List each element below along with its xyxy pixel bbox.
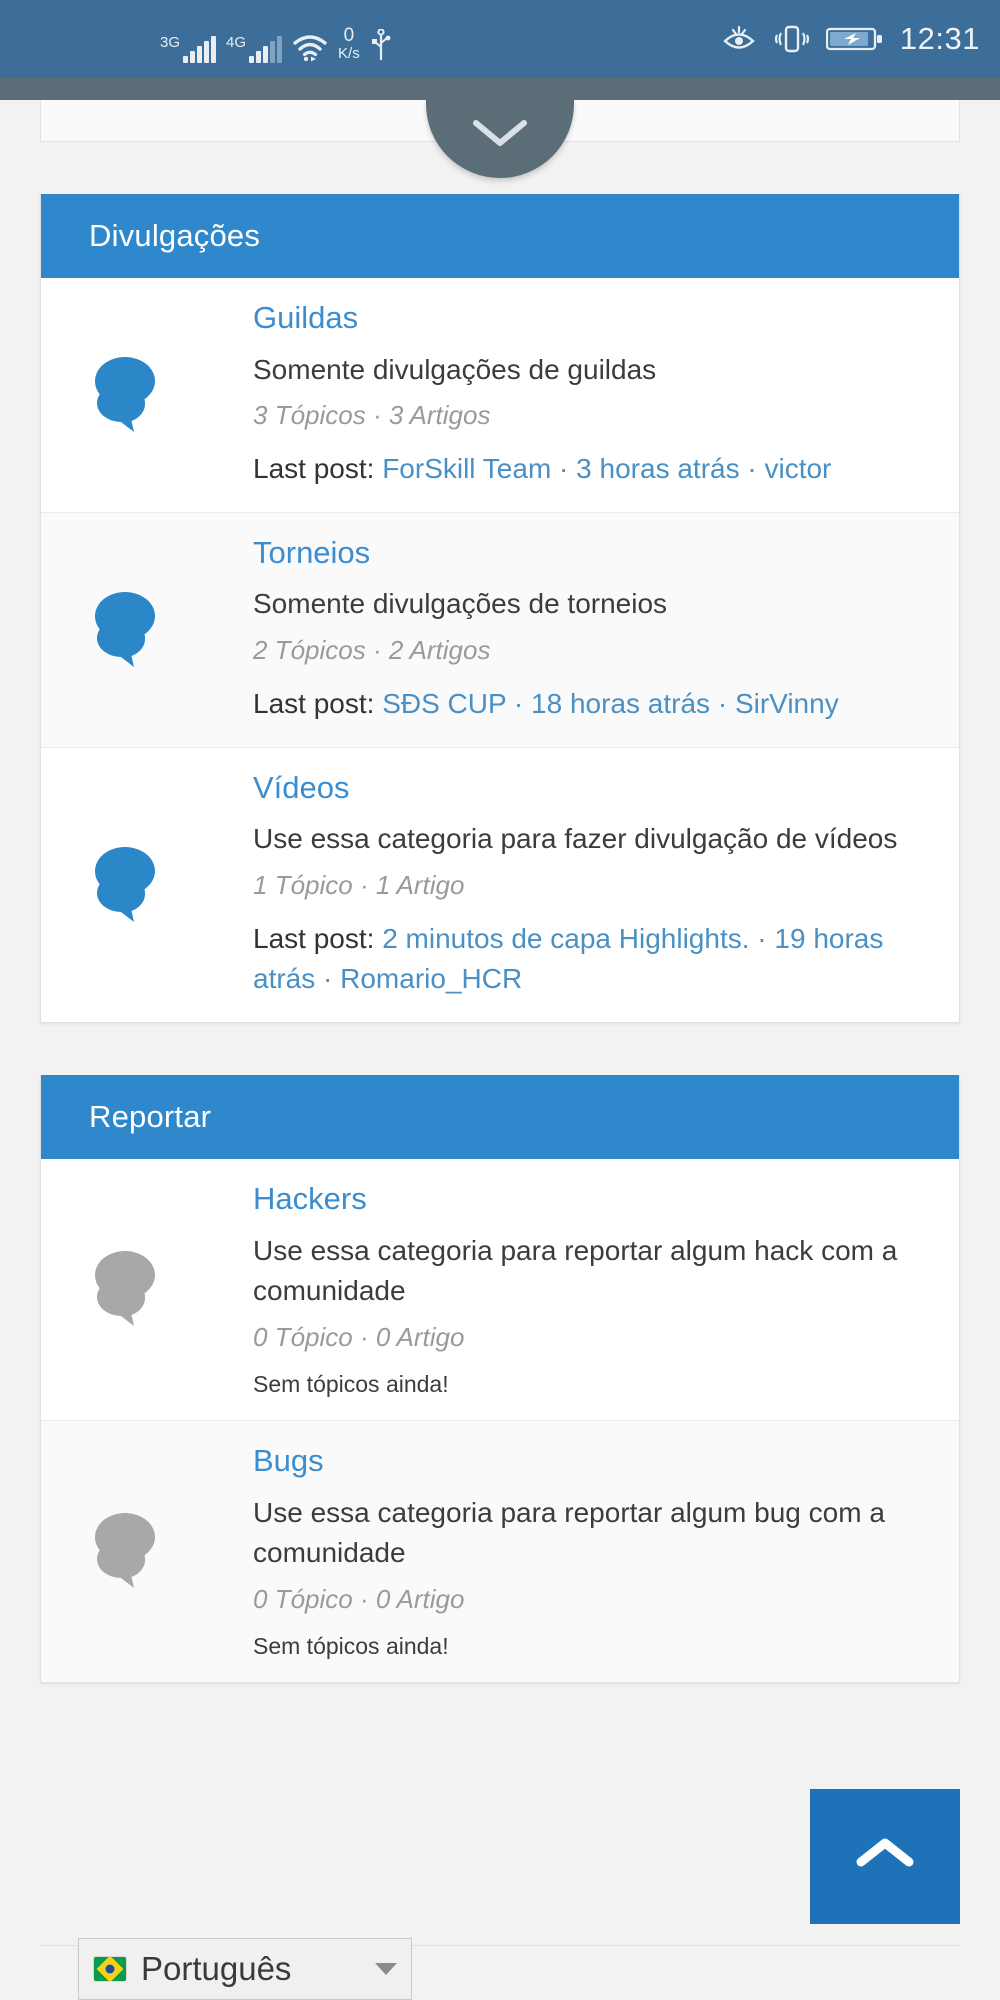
category-link-videos[interactable]: Vídeos [253,770,921,806]
row-body: Vídeos Use essa categoria para fazer div… [253,770,931,1000]
speech-bubbles-icon [41,841,253,929]
category-description: Somente divulgações de torneios [253,588,668,620]
signal-4g-label: 4G [226,34,247,51]
scroll-to-top-button[interactable] [810,1789,960,1924]
category-link-guildas[interactable]: Guildas [253,300,921,336]
last-post-label: Last post: [253,922,375,954]
last-post-label: Last post: [253,688,375,720]
category-card-divulgacoes: Divulgações Guildas Somente divulgações … [40,194,960,1024]
section-header-divulgacoes[interactable]: Divulgações [41,194,959,278]
category-stats: 1 Tópico · 1 Artigo [253,869,465,900]
last-post-topic-link[interactable]: 2 minutos de capa Highlights. [382,923,749,954]
table-row[interactable]: Torneios Somente divulgações de torneios… [41,512,959,748]
row-body: Guildas Somente divulgações de guildas 3… [253,300,931,490]
vibrate-icon [774,22,810,56]
category-description: Use essa categoria para reportar algum h… [253,1234,898,1307]
category-link-hackers[interactable]: Hackers [253,1181,921,1217]
app-header-strip [0,78,1000,100]
row-body: Torneios Somente divulgações de torneios… [253,535,931,725]
category-description: Somente divulgações de guildas [253,353,657,385]
speech-bubbles-icon [41,351,253,439]
signal-3g-icon: 3G [160,34,217,63]
speech-bubbles-icon [41,1507,253,1595]
category-stats: 3 Tópicos · 3 Artigos [253,400,491,431]
row-body: Bugs Use essa categoria para reportar al… [253,1443,931,1660]
table-row[interactable]: Hackers Use essa categoria para reportar… [41,1159,959,1421]
status-bar-right-icons: 12:31 [720,21,980,57]
last-post-topic-link[interactable]: SÐS CUP [382,688,506,719]
chevron-down-icon [468,113,532,158]
category-description: Use essa categoria para fazer divulgação… [253,823,898,855]
table-row[interactable]: Vídeos Use essa categoria para fazer div… [41,748,959,1022]
last-post-line: Last post: ForSkill Team · 3 horas atrás… [253,453,832,485]
wifi-icon [292,33,328,63]
status-bar-clock: 12:31 [899,21,980,56]
table-row[interactable]: Bugs Use essa categoria para reportar al… [41,1420,959,1682]
last-post-user-link[interactable]: Romario_HCR [340,963,522,994]
category-stats: 0 Tópico · 0 Artigo [253,1583,465,1614]
signal-3g-label: 3G [160,34,181,51]
caret-down-icon [375,1963,397,1975]
last-post-user-link[interactable]: SirVinny [735,688,839,719]
chevron-up-icon [852,1832,918,1881]
empty-topics-message: Sem tópicos ainda! [253,1632,449,1659]
speech-bubbles-icon [41,1245,253,1333]
section-header-reportar[interactable]: Reportar [41,1075,959,1160]
category-description: Use essa categoria para reportar algum b… [253,1496,885,1569]
last-post-line: Last post: 2 minutos de capa Highlights.… [253,922,884,995]
language-selector[interactable]: Português [78,1938,412,2000]
table-row[interactable]: Guildas Somente divulgações de guildas 3… [41,278,959,513]
last-post-line: Last post: SÐS CUP · 18 horas atrás · Si… [253,688,839,720]
data-rate-indicator: 0 K/s [338,26,360,62]
signal-4g-icon: 4G [226,34,283,63]
last-post-label: Last post: [253,453,375,485]
status-bar-left-icons: 3G 4G 0 K/s [160,15,392,63]
empty-topics-message: Sem tópicos ainda! [253,1370,449,1397]
category-link-torneios[interactable]: Torneios [253,535,921,571]
language-selector-value: Português [141,1950,292,1987]
category-link-bugs[interactable]: Bugs [253,1443,921,1479]
last-post-user-link[interactable]: victor [764,453,831,484]
last-post-time-link[interactable]: 3 horas atrás [576,453,739,484]
battery-charging-icon [825,24,884,54]
data-rate-value: 0 [343,25,355,47]
status-bar: 3G 4G 0 K/s 12:31 [0,0,1000,78]
category-stats: 0 Tópico · 0 Artigo [253,1321,465,1352]
category-card-reportar: Reportar Hackers Use essa categoria para… [40,1075,960,1683]
page-scroll-area[interactable]: Divulgações Guildas Somente divulgações … [0,78,1000,2000]
last-post-time-link[interactable]: 18 horas atrás [531,688,710,719]
category-stats: 2 Tópicos · 2 Artigos [253,635,491,666]
usb-icon [370,29,392,63]
eye-care-icon [720,23,758,55]
brazil-flag-icon [93,1956,127,1982]
row-body: Hackers Use essa categoria para reportar… [253,1181,931,1398]
speech-bubbles-icon [41,586,253,674]
last-post-topic-link[interactable]: ForSkill Team [382,453,551,484]
data-rate-unit: K/s [338,45,360,63]
